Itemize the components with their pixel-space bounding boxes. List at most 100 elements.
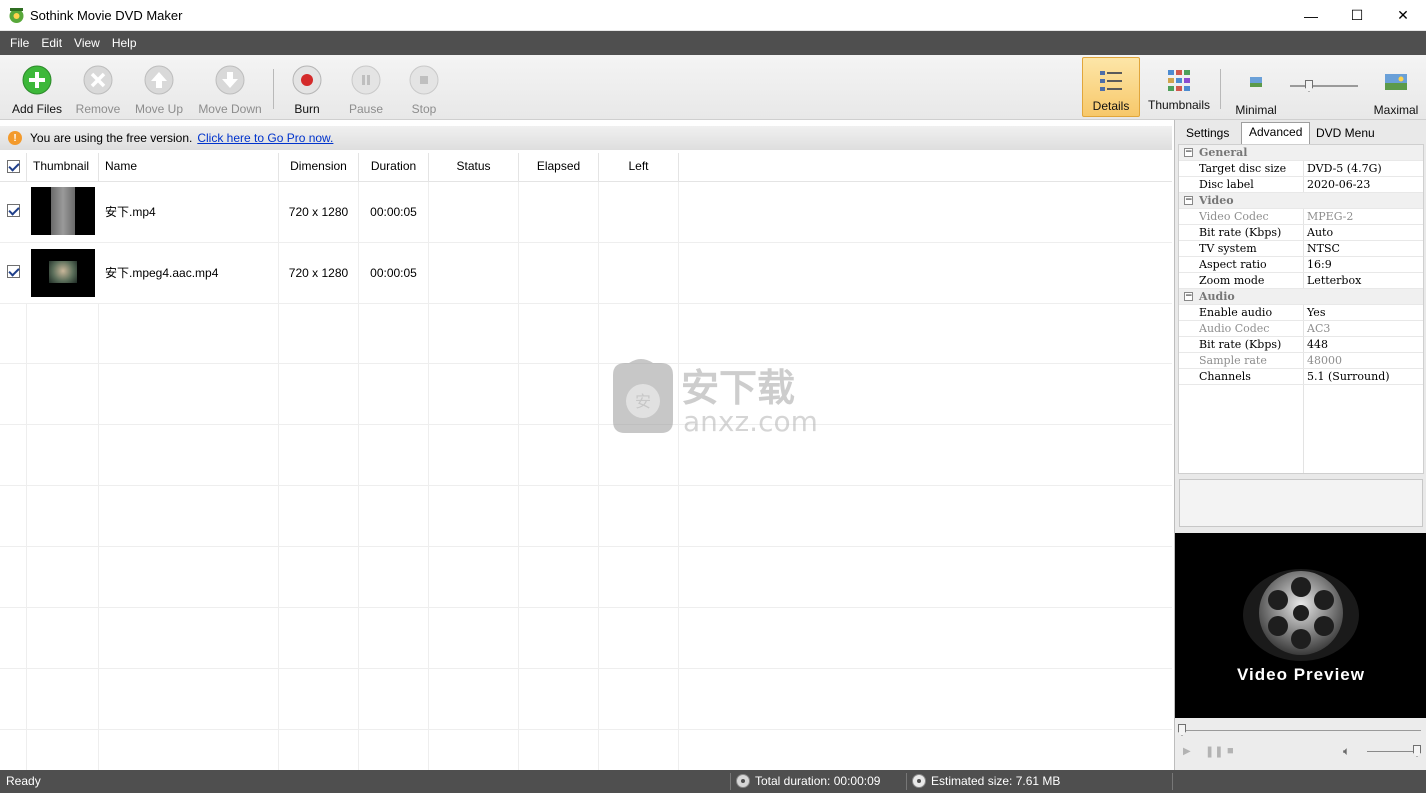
prop-value[interactable]: 448	[1307, 337, 1328, 352]
maximal-size-button[interactable]: Maximal	[1368, 57, 1424, 117]
details-view-button[interactable]: Details	[1082, 57, 1140, 117]
toolbar-separator	[273, 69, 274, 109]
disc-icon	[736, 774, 750, 788]
prop-value[interactable]: MPEG-2	[1307, 209, 1353, 224]
window-title: Sothink Movie DVD Maker	[30, 8, 183, 23]
move-up-button[interactable]: Move Up	[132, 55, 186, 120]
prop-disc-label[interactable]: Disc label 2020-06-23	[1179, 177, 1423, 193]
row-name: 安下.mpeg4.aac.mp4	[99, 243, 279, 303]
collapse-icon[interactable]: −	[1184, 148, 1193, 157]
volume-slider[interactable]	[1367, 751, 1419, 752]
row-checkbox[interactable]	[7, 204, 20, 217]
prop-channels[interactable]: Channels 5.1 (Surround)	[1179, 369, 1423, 385]
stop-label: Stop	[411, 102, 437, 116]
watermark-en: anxz.com	[683, 405, 817, 437]
burn-button[interactable]: Burn	[288, 55, 326, 120]
pause-icon[interactable]: ❚❚	[1205, 745, 1223, 758]
group-video[interactable]: − Video	[1179, 193, 1423, 209]
collapse-icon[interactable]: −	[1184, 196, 1193, 205]
menu-help[interactable]: Help	[106, 31, 143, 55]
row-dimension: 720 x 1280	[279, 243, 359, 303]
watermark-logo: 安 安下载 anxz.com	[613, 359, 818, 438]
prop-audio-bitrate[interactable]: Bit rate (Kbps) 448	[1179, 337, 1423, 353]
menu-view[interactable]: View	[68, 31, 106, 55]
prop-value[interactable]: Letterbox	[1307, 273, 1361, 288]
go-pro-link[interactable]: Click here to Go Pro now.	[197, 131, 333, 145]
prop-zoom-mode[interactable]: Zoom mode Letterbox	[1179, 273, 1423, 289]
tab-dvd-menu[interactable]: DVD Menu	[1309, 124, 1382, 144]
prop-value[interactable]: Auto	[1307, 225, 1333, 240]
col-header-left[interactable]: Left	[599, 153, 679, 182]
prop-value[interactable]: 2020-06-23	[1307, 177, 1370, 192]
stop-button[interactable]: Stop	[406, 55, 442, 120]
move-down-label: Move Down	[198, 102, 262, 116]
slider-thumb[interactable]	[1305, 80, 1313, 92]
prop-tv-system[interactable]: TV system NTSC	[1179, 241, 1423, 257]
prop-name: Disc label	[1199, 178, 1254, 191]
maximize-icon: ☐	[1350, 7, 1364, 23]
free-version-text: You are using the free version.	[30, 131, 193, 145]
prop-target-disc-size[interactable]: Target disc size DVD-5 (4.7G)	[1179, 161, 1423, 177]
watermark-badge: 安	[635, 392, 651, 411]
prop-enable-audio[interactable]: Enable audio Yes	[1179, 305, 1423, 321]
video-thumbnail	[31, 187, 95, 235]
prop-value[interactable]: AC3	[1307, 321, 1330, 336]
title-bar: Sothink Movie DVD Maker — ☐ ✕	[0, 0, 1426, 31]
seek-thumb[interactable]	[1178, 724, 1186, 736]
collapse-icon[interactable]: −	[1184, 292, 1193, 301]
menu-file[interactable]: File	[4, 31, 35, 55]
col-header-duration[interactable]: Duration	[359, 153, 429, 182]
select-all-checkbox[interactable]	[7, 160, 20, 173]
minimize-icon: —	[1304, 7, 1318, 24]
prop-video-codec[interactable]: Video Codec MPEG-2	[1179, 209, 1423, 225]
menu-bar: File Edit View Help	[0, 31, 1426, 55]
prop-value[interactable]: NTSC	[1307, 241, 1340, 256]
pause-button[interactable]: Pause	[346, 55, 386, 120]
col-header-thumbnail[interactable]: Thumbnail	[27, 153, 99, 182]
prop-video-bitrate[interactable]: Bit rate (Kbps) Auto	[1179, 225, 1423, 241]
add-files-button[interactable]: Add Files	[8, 55, 66, 120]
prop-value[interactable]: 48000	[1307, 353, 1342, 368]
col-header-elapsed[interactable]: Elapsed	[519, 153, 599, 182]
volume-icon[interactable]: 🔈︎	[1343, 744, 1350, 759]
tab-advanced[interactable]: Advanced	[1241, 122, 1311, 144]
details-list-icon	[1100, 71, 1122, 91]
close-button[interactable]: ✕	[1380, 0, 1426, 31]
watermark-cn: 安下载	[681, 366, 795, 410]
thumbnails-view-button[interactable]: Thumbnails	[1146, 57, 1212, 117]
col-header-status[interactable]: Status	[429, 153, 519, 182]
prop-sample-rate[interactable]: Sample rate 48000	[1179, 353, 1423, 369]
maximize-button[interactable]: ☐	[1334, 0, 1380, 31]
tab-settings[interactable]: Settings	[1179, 124, 1236, 144]
col-header-dimension[interactable]: Dimension	[279, 153, 359, 182]
group-label: Audio	[1199, 290, 1235, 303]
minimal-size-button[interactable]: Minimal	[1230, 57, 1282, 117]
stop-icon[interactable]: ■	[1227, 745, 1234, 757]
menu-edit[interactable]: Edit	[35, 31, 68, 55]
play-icon[interactable]: ▶	[1183, 746, 1191, 757]
grid-line	[0, 546, 1172, 547]
prop-value[interactable]: 16:9	[1307, 257, 1332, 272]
minimize-button[interactable]: —	[1288, 0, 1334, 31]
table-row[interactable]: 安下.mp4 720 x 1280 00:00:05	[0, 182, 1172, 243]
remove-button[interactable]: Remove	[72, 55, 124, 120]
table-row[interactable]: 安下.mpeg4.aac.mp4 720 x 1280 00:00:05	[0, 243, 1172, 304]
group-audio[interactable]: − Audio	[1179, 289, 1423, 305]
volume-thumb[interactable]	[1413, 745, 1421, 757]
prop-aspect-ratio[interactable]: Aspect ratio 16:9	[1179, 257, 1423, 273]
prop-value[interactable]: DVD-5 (4.7G)	[1307, 161, 1382, 176]
row-checkbox[interactable]	[7, 265, 20, 278]
status-divider	[1172, 773, 1173, 790]
col-header-name[interactable]: Name	[99, 153, 279, 182]
prop-value[interactable]: 5.1 (Surround)	[1307, 369, 1390, 384]
prop-audio-codec[interactable]: Audio Codec AC3	[1179, 321, 1423, 337]
thumbnail-size-slider[interactable]	[1290, 77, 1358, 97]
prop-name: Enable audio	[1199, 306, 1273, 319]
thumbnails-label: Thumbnails	[1147, 98, 1211, 112]
row-duration: 00:00:05	[359, 182, 429, 242]
group-general[interactable]: − General	[1179, 145, 1423, 161]
prop-name: TV system	[1199, 242, 1257, 255]
prop-value[interactable]: Yes	[1307, 305, 1325, 320]
seek-bar[interactable]	[1181, 730, 1421, 731]
move-down-button[interactable]: Move Down	[196, 55, 264, 120]
